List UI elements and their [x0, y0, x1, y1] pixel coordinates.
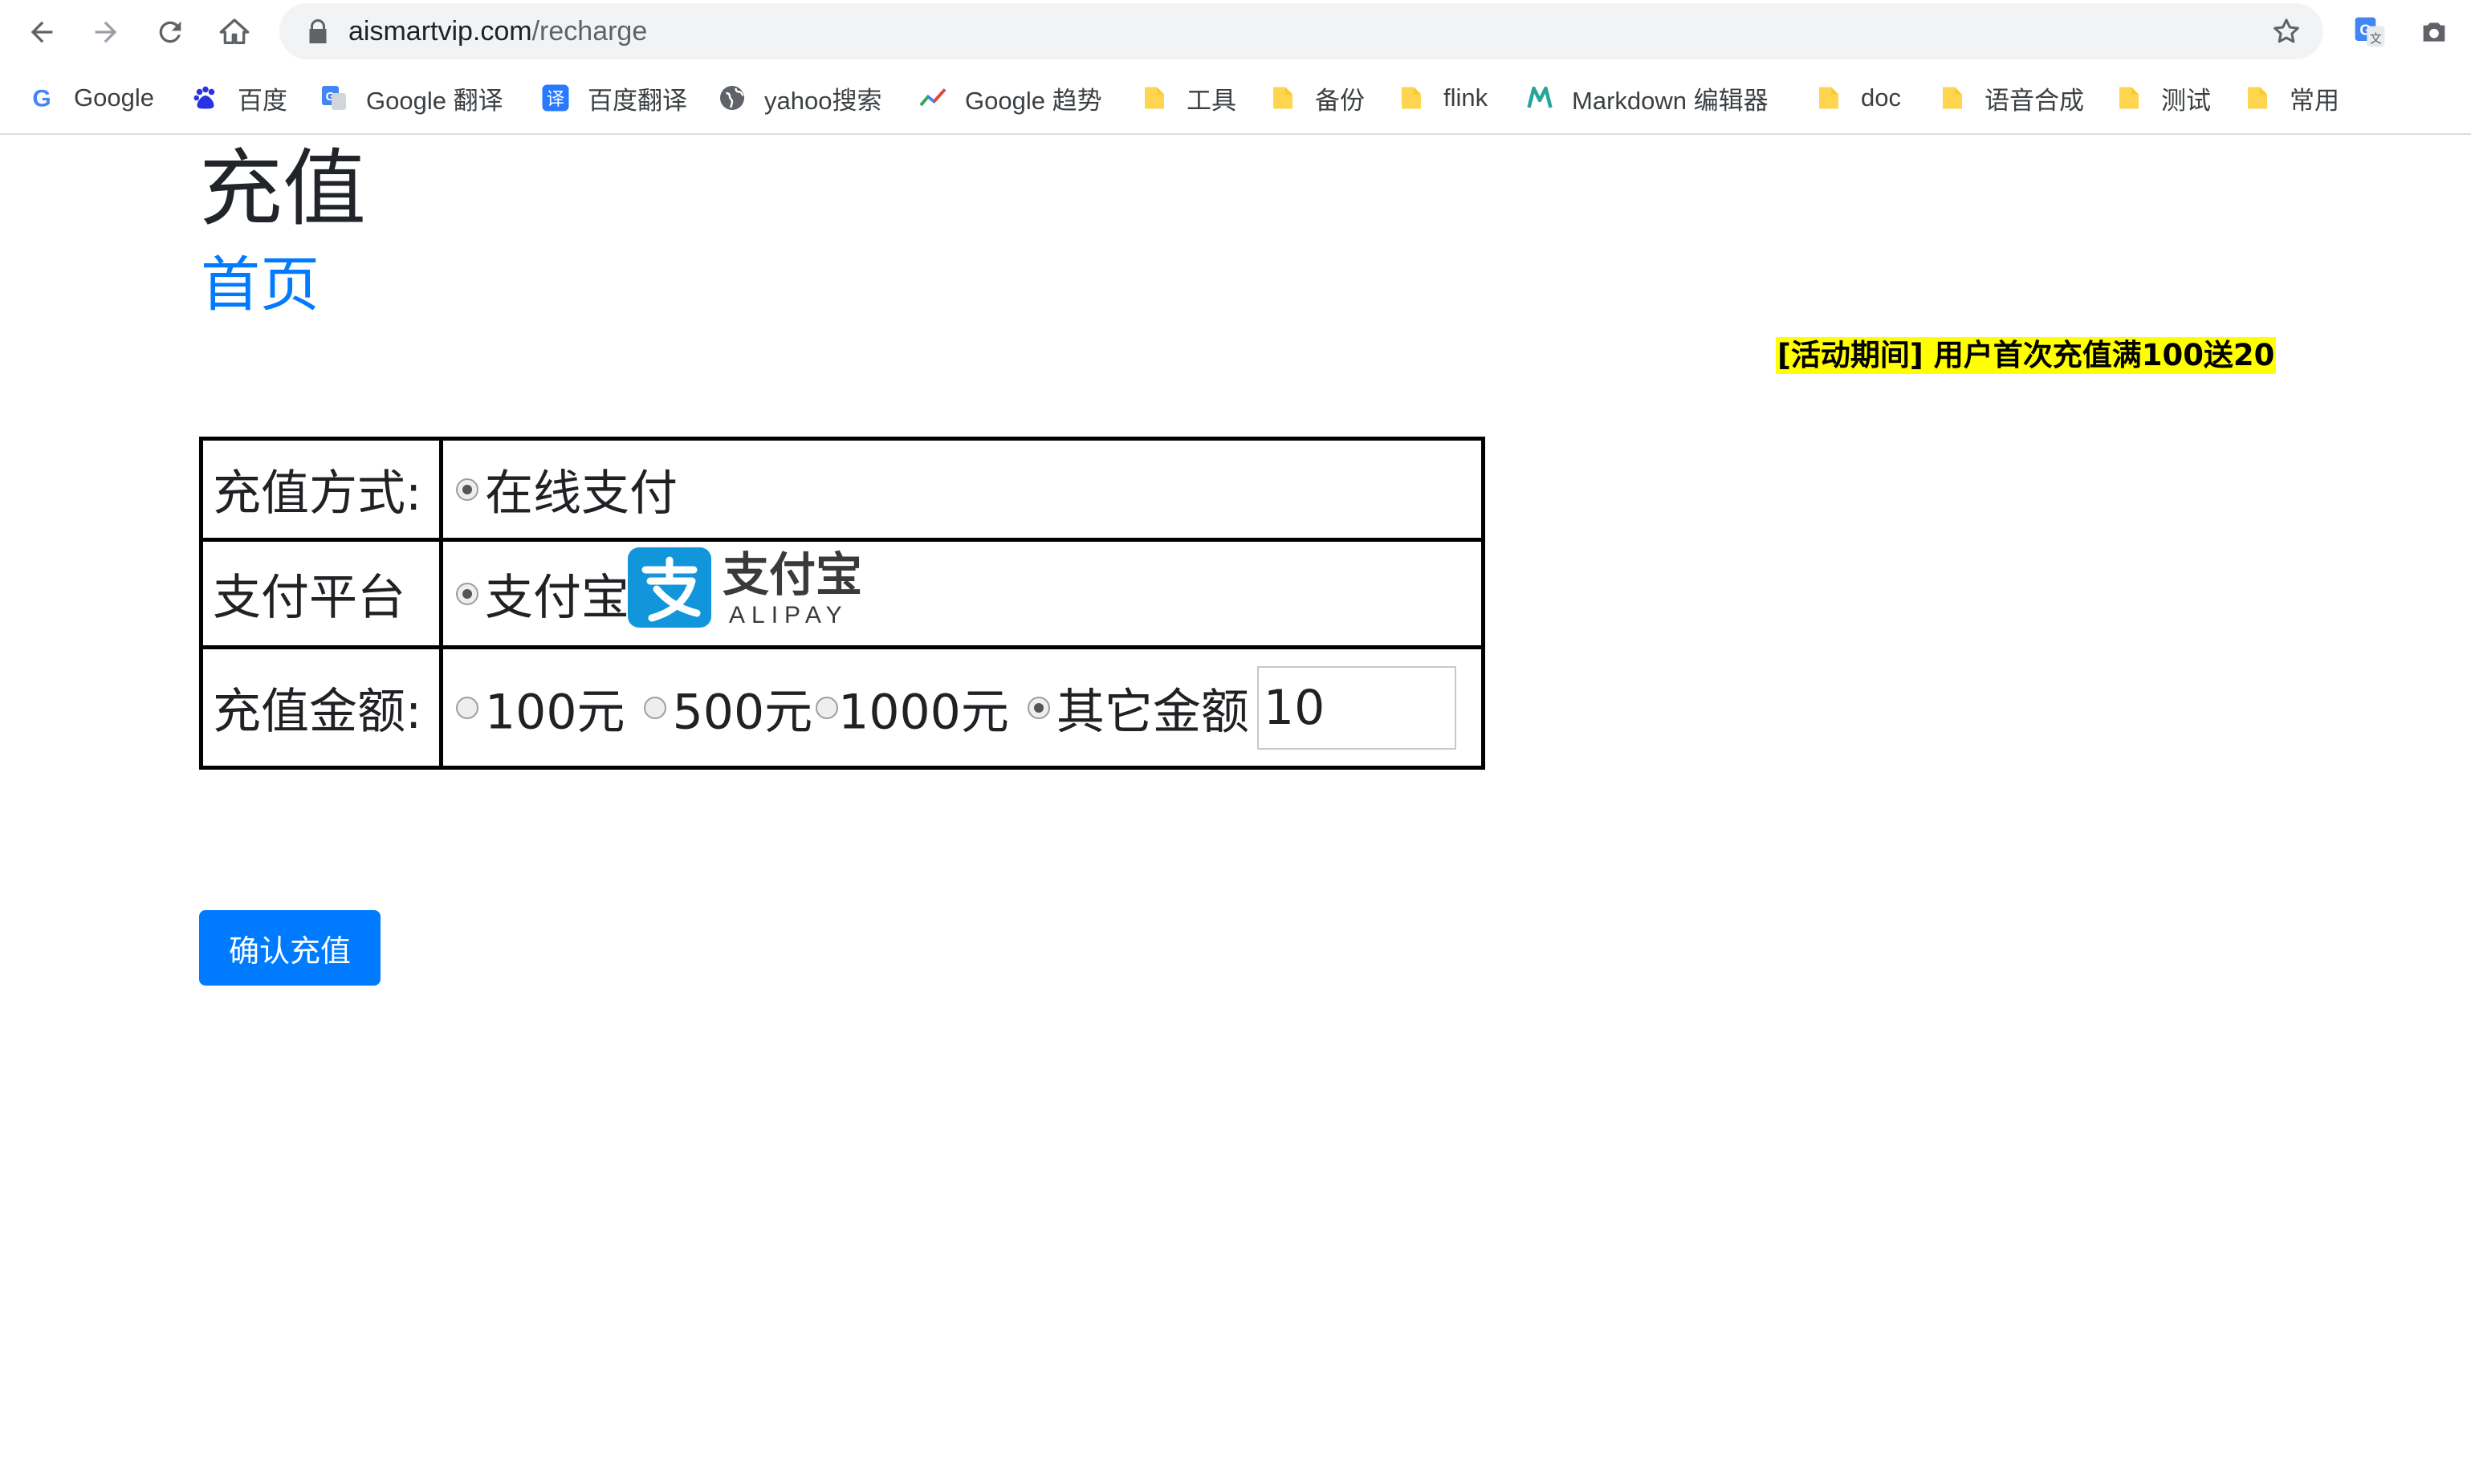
- alipay-radio[interactable]: [456, 582, 478, 605]
- alipay-label: 支付宝: [485, 570, 629, 626]
- amount-row: 充值金额: 100元 500元 1000元 其它金额 10: [199, 645, 1485, 770]
- bookmark-label: 测试: [2161, 86, 2211, 115]
- back-button[interactable]: [16, 6, 67, 58]
- svg-text:译: 译: [547, 89, 565, 110]
- bookmarks-bar: G Google 百度 G Google 翻译 译 百度翻译 yahoo搜索 G…: [0, 72, 2471, 124]
- bookmark-baidu-translate[interactable]: 译 百度翻译: [541, 72, 687, 124]
- payment-platform-options: 支付宝 支付宝 ALIPAY: [439, 538, 1485, 649]
- lock-icon: [309, 19, 327, 43]
- amount-500-label: 500元: [672, 684, 813, 740]
- payment-method-row: 充值方式: 在线支付: [199, 437, 1485, 542]
- bookmark-label: 备份: [1315, 86, 1365, 115]
- bookmark-label: 语音合成: [1985, 86, 2084, 115]
- bookmark-label: Google: [74, 83, 154, 112]
- reload-button[interactable]: [145, 6, 196, 58]
- payment-platform-label: 支付平台: [199, 538, 443, 649]
- bookmark-folder-tts[interactable]: 语音合成: [1938, 72, 2084, 124]
- bookmark-baidu[interactable]: 百度: [191, 72, 287, 124]
- bookmark-google[interactable]: G Google: [27, 72, 154, 124]
- page-title: 充值: [199, 140, 367, 238]
- alipay-logo-icon: 支付宝 ALIPAY: [628, 547, 862, 628]
- amount-100-label: 100元: [485, 684, 625, 740]
- payment-method-options: 在线支付: [439, 437, 1485, 542]
- translate-extension-button[interactable]: G 文: [2347, 10, 2392, 55]
- home-icon: [219, 18, 250, 44]
- folder-icon: [1397, 83, 1426, 112]
- url-text: aismartvip.com/recharge: [348, 3, 647, 59]
- amount-options: 100元 500元 1000元 其它金额 10: [439, 645, 1485, 770]
- folder-icon: [2243, 83, 2272, 112]
- amount-other-radio[interactable]: [1027, 696, 1050, 719]
- bookmark-label: flink: [1443, 83, 1488, 112]
- alipay-logo: 支付宝 ALIPAY: [628, 546, 869, 641]
- amount-1000-radio[interactable]: [816, 696, 839, 719]
- bookmark-folder-test[interactable]: 测试: [2115, 72, 2211, 124]
- bookmark-google-translate[interactable]: G Google 翻译: [320, 72, 503, 124]
- bookmark-folder-flink[interactable]: flink: [1397, 72, 1488, 124]
- bookmark-label: Google 趋势: [965, 86, 1102, 115]
- bookmark-markdown-editor[interactable]: Markdown 编辑器: [1525, 72, 1769, 124]
- url-host: aismartvip.com: [348, 16, 532, 47]
- recharge-form-table: 充值方式: 在线支付 支付平台 支付宝 支付宝 ALIPAY 充值金额: 100…: [199, 437, 1485, 770]
- bookmark-label: 百度翻译: [588, 86, 687, 115]
- payment-method-label: 充值方式:: [199, 437, 443, 542]
- bookmark-label: 常用: [2290, 86, 2339, 115]
- bookmark-folder-tools[interactable]: 工具: [1140, 72, 1236, 124]
- forward-arrow-icon: [95, 21, 117, 43]
- bookmark-label: 百度: [238, 86, 287, 115]
- alipay-logo-text: 支付宝: [723, 547, 862, 602]
- amount-other-label: 其它金额: [1056, 684, 1249, 740]
- folder-icon: [1938, 83, 1967, 112]
- bookmark-label: Markdown 编辑器: [1572, 86, 1769, 115]
- promo-banner: [活动期间] 用户首次充值满100送20: [1776, 337, 2277, 374]
- svg-text:文: 文: [2370, 32, 2382, 46]
- globe-icon: [718, 83, 747, 112]
- svg-text:G: G: [32, 86, 51, 112]
- custom-amount-input[interactable]: 10: [1256, 665, 1456, 750]
- home-button[interactable]: [209, 6, 260, 58]
- bookmark-label: doc: [1861, 83, 1901, 112]
- url-path: /recharge: [531, 16, 648, 47]
- amount-label: 充值金额:: [199, 645, 443, 770]
- amount-500-radio[interactable]: [643, 696, 666, 719]
- reload-icon: [159, 21, 181, 43]
- bookmark-star-icon[interactable]: [2270, 15, 2302, 47]
- folder-icon: [1268, 83, 1297, 112]
- forward-button[interactable]: [80, 6, 132, 58]
- camera-icon: [2423, 22, 2445, 42]
- payment-platform-row: 支付平台 支付宝 支付宝 ALIPAY: [199, 538, 1485, 649]
- home-link[interactable]: 首页: [201, 241, 320, 329]
- online-payment-radio[interactable]: [456, 478, 478, 501]
- bookmark-yahoo[interactable]: yahoo搜索: [718, 72, 881, 124]
- baidu-translate-icon: 译: [541, 83, 570, 112]
- online-payment-label: 在线支付: [485, 466, 678, 522]
- back-arrow-icon: [31, 21, 53, 43]
- folder-icon: [1140, 83, 1169, 112]
- bookmark-folder-backup[interactable]: 备份: [1268, 72, 1365, 124]
- baidu-paw-icon: [191, 83, 220, 112]
- confirm-recharge-button[interactable]: 确认充值: [199, 910, 381, 986]
- folder-icon: [1814, 83, 1843, 112]
- google-translate-icon: G 文: [2355, 17, 2385, 47]
- trends-icon: [918, 83, 947, 112]
- markdown-icon: [1525, 83, 1554, 112]
- browser-chrome: aismartvip.com/recharge G 文 G Google 百度: [0, 0, 2471, 135]
- google-icon: G: [27, 83, 56, 112]
- bookmark-label: Google 翻译: [366, 86, 503, 115]
- bookmark-label: 工具: [1187, 86, 1236, 115]
- alipay-logo-subtext: ALIPAY: [729, 602, 849, 628]
- bookmark-folder-common[interactable]: 常用: [2243, 72, 2339, 124]
- bookmark-google-trends[interactable]: Google 趋势: [918, 72, 1102, 124]
- google-translate-icon: G: [320, 83, 348, 112]
- bookmark-folder-doc[interactable]: doc: [1814, 72, 1901, 124]
- screenshot-extension-button[interactable]: [2412, 10, 2457, 55]
- bookmark-label: yahoo搜索: [764, 86, 882, 115]
- address-bar[interactable]: aismartvip.com/recharge: [279, 3, 2323, 59]
- amount-100-radio[interactable]: [456, 696, 478, 719]
- amount-1000-label: 1000元: [838, 684, 1009, 740]
- folder-icon: [2115, 83, 2143, 112]
